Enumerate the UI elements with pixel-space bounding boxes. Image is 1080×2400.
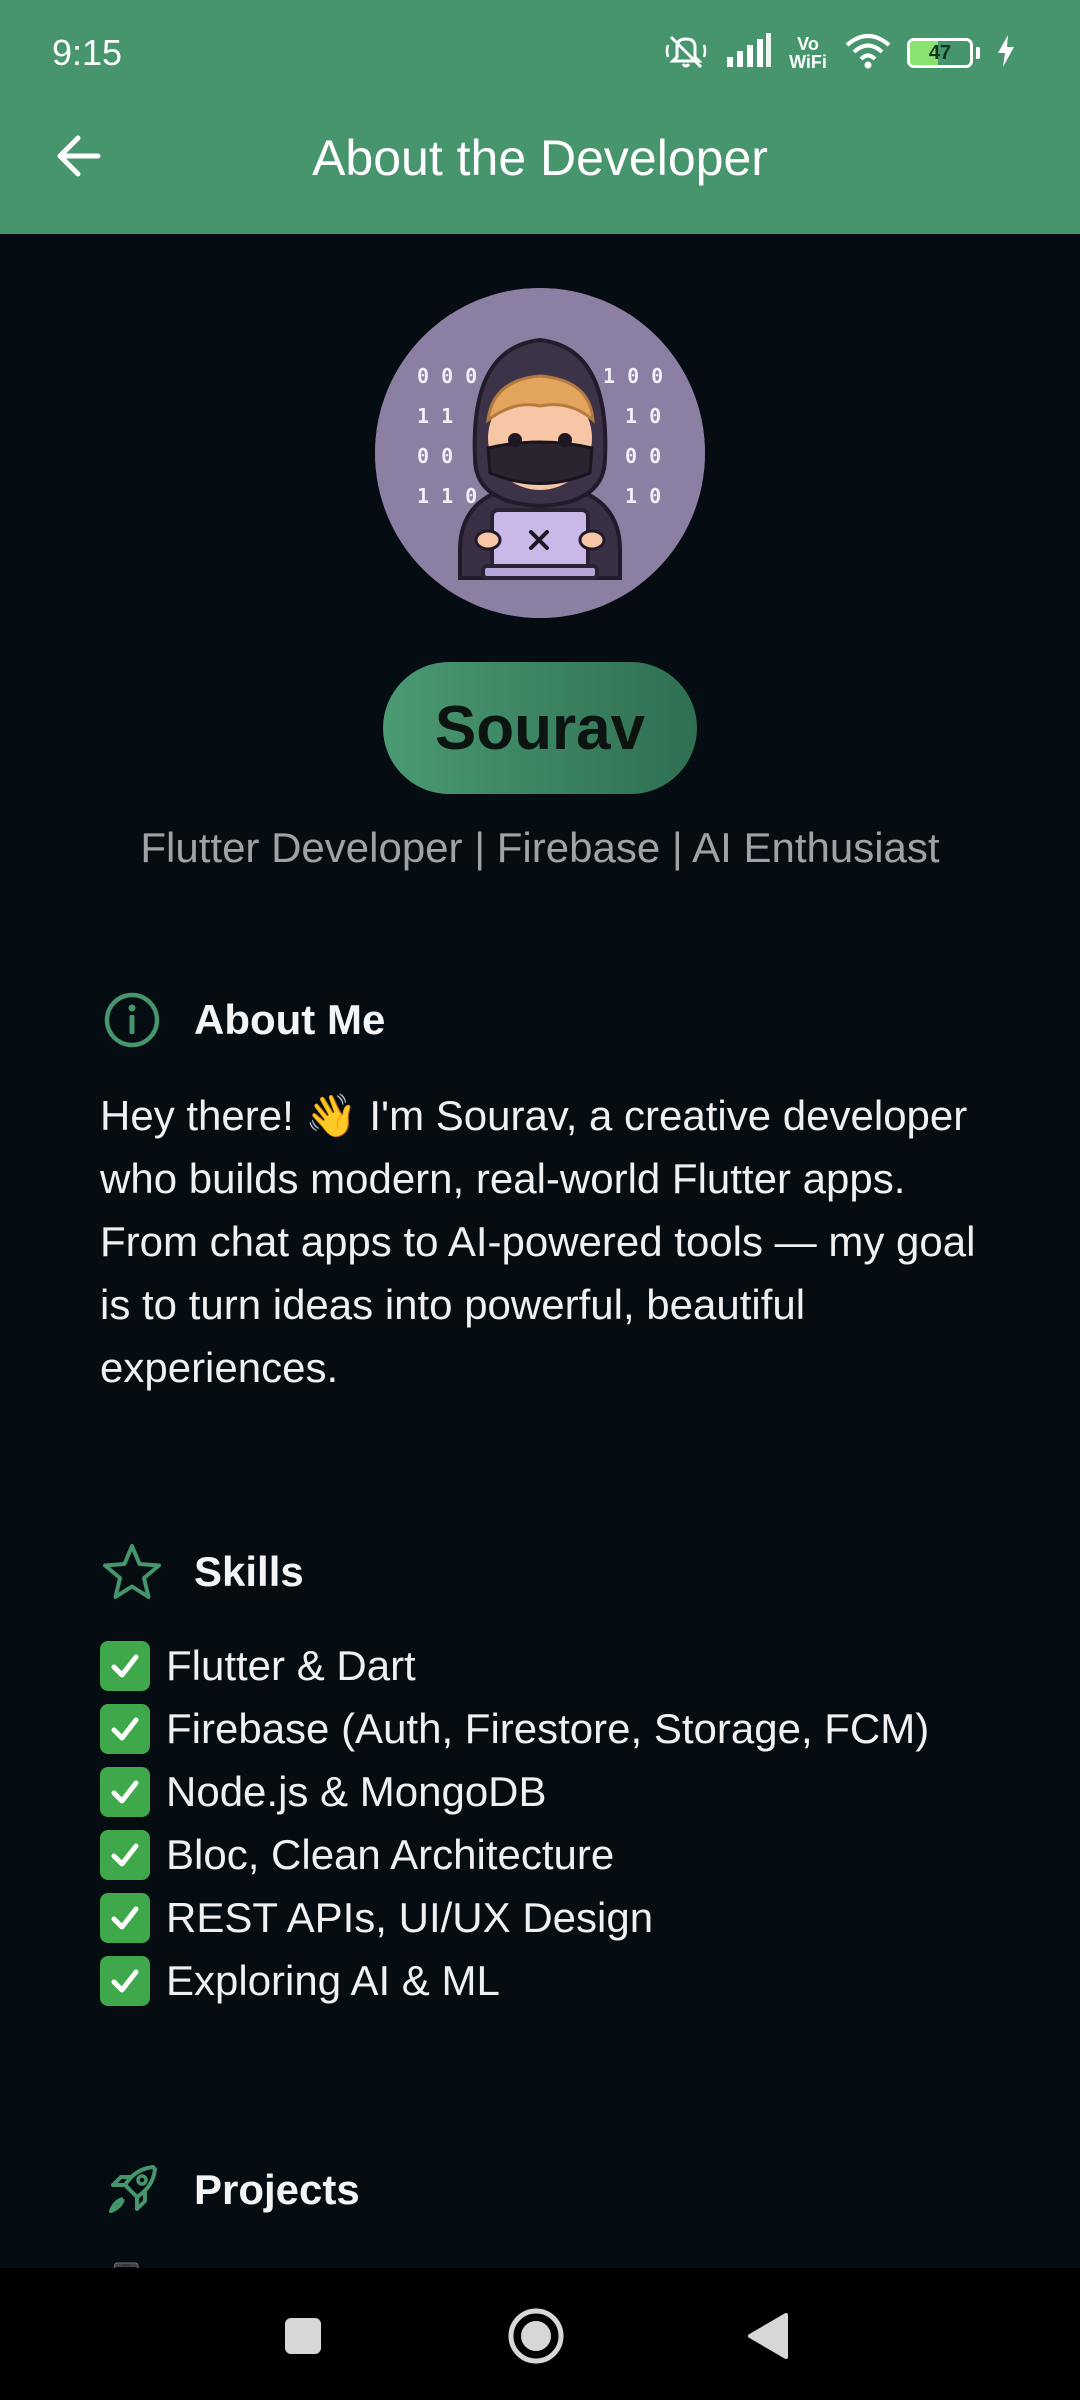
skill-item: REST APIs, UI/UX Design [100, 1886, 1020, 1949]
skill-item: Firebase (Auth, Firestore, Storage, FCM) [100, 1697, 1020, 1760]
check-icon [100, 1955, 150, 2006]
svg-text:0 0: 0 0 [417, 444, 453, 468]
info-icon [100, 988, 164, 1052]
about-me-text: Hey there! 👋 I'm Sourav, a creative deve… [100, 1092, 976, 1391]
skill-item: Node.js & MongoDB [100, 1760, 1020, 1823]
charging-icon [996, 34, 1016, 72]
check-icon [100, 1703, 150, 1754]
home-button[interactable] [496, 2298, 576, 2378]
skill-label: Node.js & MongoDB [166, 1767, 547, 1815]
check-icon [100, 1892, 150, 1943]
projects-heading: Projects [194, 2166, 360, 2213]
battery-tip [976, 47, 980, 59]
developer-tagline: Flutter Developer | Firebase | AI Enthus… [140, 824, 940, 871]
svg-text:1 1: 1 1 [417, 404, 453, 428]
status-time: 9:15 [52, 32, 123, 73]
svg-text:1 0: 1 0 [625, 484, 661, 508]
star-icon [100, 1540, 164, 1604]
square-recents-icon [282, 2315, 324, 2362]
skills-list: Flutter & Dart Firebase (Auth, Firestore… [100, 1634, 1020, 2012]
svg-text:1 1 0: 1 1 0 [417, 484, 477, 508]
projects-header: Projects [100, 2158, 360, 2222]
rocket-icon [100, 2158, 164, 2222]
skills-header: Skills [100, 1540, 304, 1604]
svg-text:1 0: 1 0 [625, 404, 661, 428]
skill-label: Flutter & Dart [166, 1641, 416, 1689]
triangle-back-icon [746, 2311, 790, 2366]
skills-heading: Skills [194, 1548, 304, 1595]
vowifi-label: Vo WiFi [789, 34, 827, 72]
battery-level: 47 [928, 41, 952, 64]
developer-name: Sourav [434, 693, 646, 763]
skill-item: Exploring AI & ML [100, 1949, 1020, 2012]
svg-text:0 0: 0 0 [625, 444, 661, 468]
skill-item: Flutter & Dart [100, 1634, 1020, 1697]
svg-text:0 0 0: 0 0 0 [417, 364, 477, 388]
wifi-icon [845, 33, 891, 74]
check-icon [100, 1829, 150, 1880]
skill-label: Exploring AI & ML [166, 1956, 500, 2004]
skill-label: REST APIs, UI/UX Design [166, 1893, 654, 1941]
recents-button[interactable] [263, 2298, 343, 2378]
avatar: 0 0 0 1 0 0 1 1 1 0 0 0 0 0 1 1 0 1 0 [375, 288, 705, 618]
nav-back-button[interactable] [728, 2298, 808, 2378]
status-icons: Vo WiFi 47 [663, 28, 1016, 78]
name-badge: Sourav [383, 662, 697, 794]
skill-label: Bloc, Clean Architecture [166, 1830, 615, 1878]
skill-label: Firebase (Auth, Firestore, Storage, FCM) [166, 1704, 930, 1752]
check-icon [100, 1766, 150, 1817]
battery-icon: 47 [907, 38, 973, 68]
about-developer-screen: 9:15 Vo WiFi 47 About the Developer 0 0 … [0, 0, 1080, 2400]
signal-icon [725, 32, 771, 74]
circle-home-icon [506, 2306, 566, 2371]
system-nav-bar [0, 2268, 1080, 2400]
hacker-avatar-icon: 0 0 0 1 0 0 1 1 1 0 0 0 0 0 1 1 0 1 0 [375, 288, 705, 618]
page-title: About the Developer [312, 130, 768, 186]
about-me-heading: About Me [194, 996, 386, 1043]
mute-icon [663, 31, 709, 76]
about-me-header: About Me [100, 988, 385, 1052]
check-icon [100, 1640, 150, 1691]
svg-text:1 0 0: 1 0 0 [603, 364, 663, 388]
skill-item: Bloc, Clean Architecture [100, 1823, 1020, 1886]
